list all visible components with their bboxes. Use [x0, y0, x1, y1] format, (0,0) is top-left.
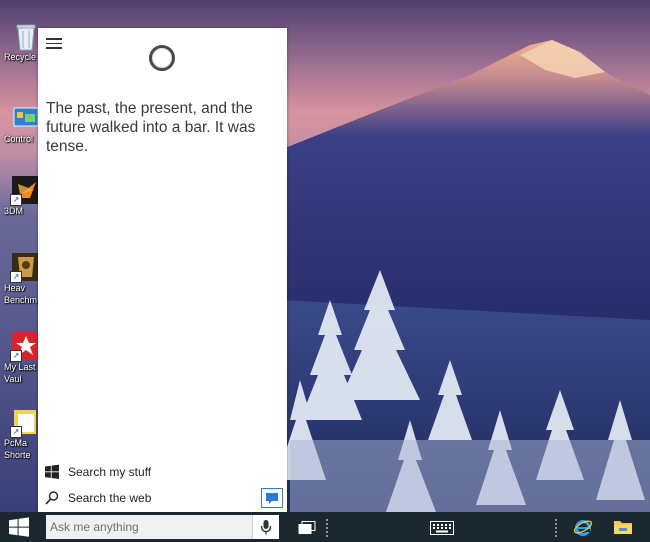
feedback-icon: [266, 493, 278, 504]
recycle-bin-icon: [12, 22, 40, 51]
search-icon: [44, 490, 60, 506]
toolbar-grip[interactable]: [326, 519, 330, 537]
search-the-web-option[interactable]: Search the web: [44, 488, 151, 508]
shortcut-arrow-icon: ↗: [10, 271, 22, 283]
shortcut-arrow-icon: ↗: [10, 194, 22, 206]
touch-keyboard-button[interactable]: [430, 520, 454, 535]
heaven-benchmark-icon: ↗: [10, 253, 40, 283]
hamburger-menu-icon[interactable]: [46, 38, 62, 50]
search-placeholder: Ask me anything: [50, 520, 139, 534]
toolbar-grip[interactable]: [555, 519, 559, 537]
3dmark-icon: ↗: [10, 176, 40, 206]
pcmark-icon: ↗: [10, 408, 40, 438]
folder-icon: [614, 521, 632, 534]
keyboard-icon: [430, 521, 454, 535]
task-view-button[interactable]: [298, 520, 316, 534]
cortana-panel: The past, the present, and the future wa…: [38, 28, 287, 512]
windows-start-icon: [9, 517, 29, 537]
search-the-web-label: Search the web: [68, 491, 152, 505]
cortana-message: The past, the present, and the future wa…: [46, 100, 256, 155]
cortana-search-box[interactable]: Ask me anything: [46, 515, 279, 539]
shortcut-arrow-icon: ↗: [10, 350, 22, 362]
microphone-button[interactable]: [252, 515, 279, 539]
search-my-stuff-label: Search my stuff: [68, 465, 152, 479]
start-button[interactable]: [0, 512, 38, 542]
taskbar: Ask me anything: [0, 512, 650, 542]
shortcut-arrow-icon: ↗: [10, 426, 22, 438]
search-my-stuff-option[interactable]: Search my stuff: [44, 462, 151, 482]
control-panel-icon: [12, 104, 40, 132]
feedback-button[interactable]: [261, 488, 283, 508]
cortana-ring-icon: [149, 45, 175, 71]
windows-logo-icon: [44, 464, 60, 480]
file-explorer-button[interactable]: [613, 519, 633, 535]
microphone-icon: [260, 520, 272, 535]
internet-explorer-button[interactable]: [573, 517, 593, 537]
internet-explorer-icon: [573, 520, 593, 536]
task-view-icon: [298, 521, 316, 534]
my-last-vault-icon: ↗: [10, 332, 40, 362]
